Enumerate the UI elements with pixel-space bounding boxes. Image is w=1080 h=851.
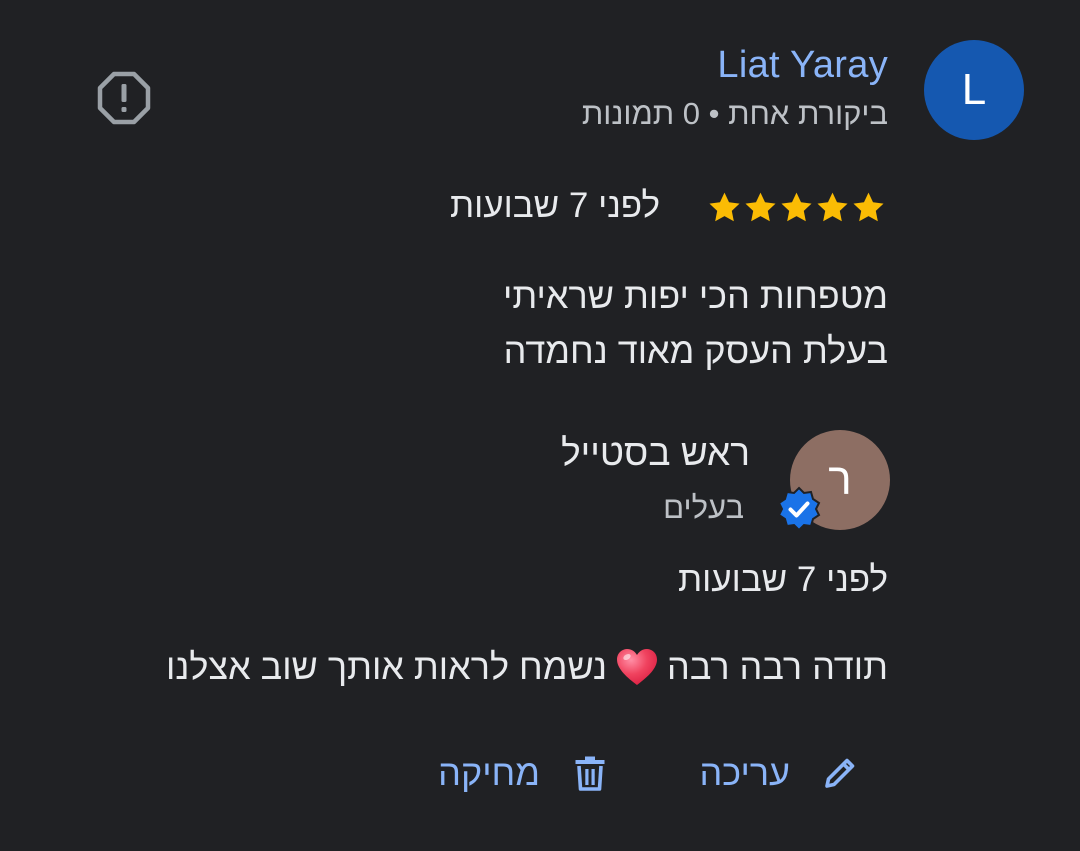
trash-icon bbox=[575, 756, 605, 791]
review-text-line: מטפחות הכי יפות שראיתי bbox=[503, 275, 888, 316]
review-text: מטפחות הכי יפות שראיתי בעלת העסק מאוד נח… bbox=[503, 268, 888, 378]
heart-emoji-icon bbox=[617, 649, 658, 685]
owner-role: בעלים bbox=[663, 490, 744, 525]
reviewer-avatar-initial: L bbox=[961, 65, 987, 114]
reviewer-meta: ביקורת אחת • 0 תמונות bbox=[581, 96, 888, 131]
reply-time: לפני 7 שבועות bbox=[677, 560, 888, 599]
star-icon bbox=[709, 192, 740, 222]
star-icon bbox=[745, 192, 776, 222]
delete-button[interactable]: מחיקה bbox=[438, 748, 610, 798]
report-octagon-icon[interactable] bbox=[96, 70, 152, 126]
review-time: לפני 7 שבועות bbox=[449, 186, 660, 225]
owner-name: ראש בסטייל bbox=[561, 432, 750, 473]
verified-badge-icon bbox=[777, 486, 821, 532]
star-icon bbox=[817, 192, 848, 222]
pencil-icon bbox=[825, 758, 855, 788]
review-text-line: בעלת העסק מאוד נחמדה bbox=[503, 330, 888, 371]
edit-button-label: עריכה bbox=[699, 752, 790, 793]
star-rating bbox=[707, 190, 886, 225]
delete-button-label: מחיקה bbox=[438, 752, 540, 793]
star-icon bbox=[781, 192, 812, 222]
owner-avatar-initial: ר bbox=[828, 455, 852, 504]
reply-text: תודה רבה רבה נשמח לראות אותך שוב אצלנו bbox=[166, 646, 888, 688]
reviewer-name[interactable]: Liat Yaray bbox=[717, 44, 888, 87]
star-icon bbox=[853, 192, 884, 222]
reviewer-avatar[interactable]: L bbox=[924, 40, 1024, 140]
reply-text-part: נשמח לראות אותך שוב אצלנו bbox=[166, 646, 608, 687]
edit-button[interactable]: עריכה bbox=[699, 748, 860, 798]
reply-text-part: תודה רבה רבה bbox=[667, 646, 888, 687]
